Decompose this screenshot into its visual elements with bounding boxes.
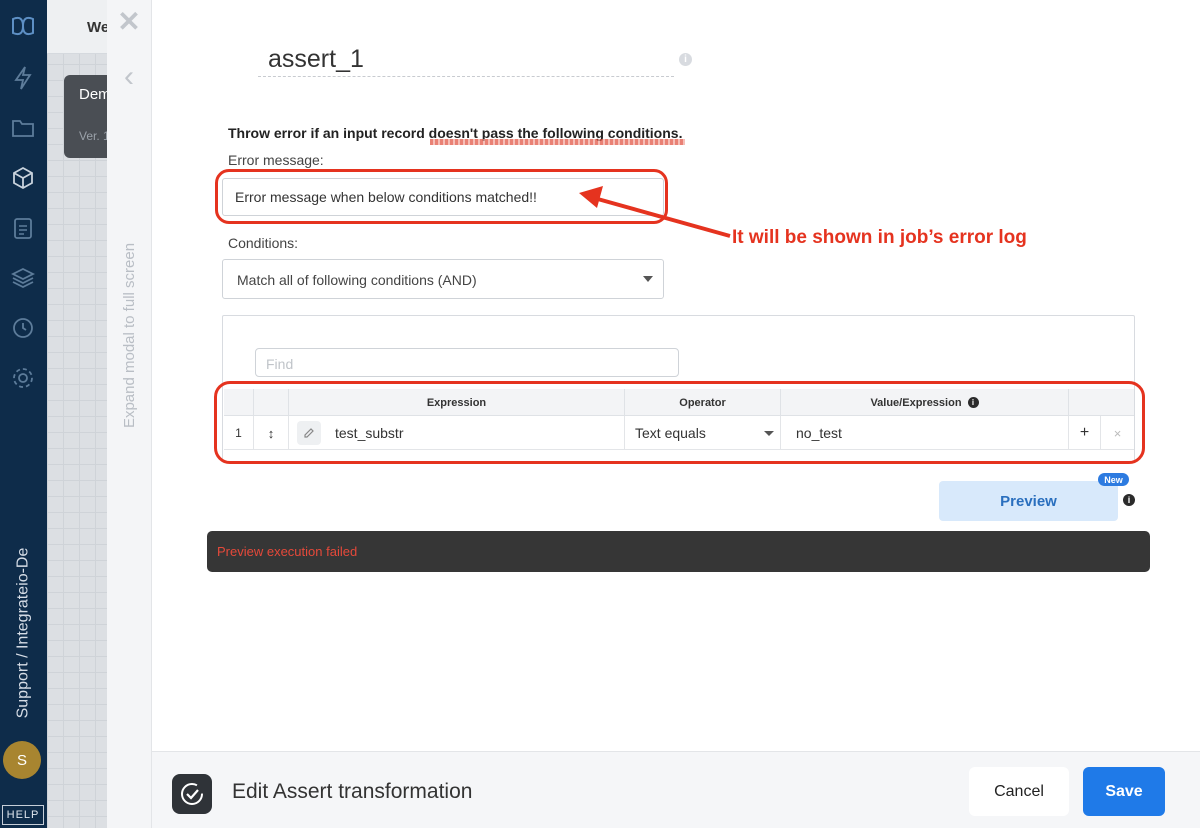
preview-status-bar: Preview execution failed: [207, 531, 1150, 572]
component-name: assert_1: [268, 45, 364, 73]
preview-button[interactable]: Preview: [939, 481, 1118, 521]
clipboard-icon[interactable]: [9, 214, 37, 242]
conditions-mode-value: Match all of following conditions (AND): [237, 272, 477, 288]
folder-icon[interactable]: [9, 114, 37, 142]
error-message-label: Error message:: [228, 152, 324, 168]
layers-icon[interactable]: [9, 264, 37, 292]
close-icon[interactable]: ✕: [117, 8, 141, 36]
find-input[interactable]: Find: [255, 348, 679, 377]
annotation-text: It will be shown in job’s error log: [732, 227, 1027, 248]
avatar[interactable]: S: [3, 741, 41, 779]
bolt-icon[interactable]: [9, 64, 37, 92]
footer-title: Edit Assert transformation: [232, 780, 473, 803]
history-icon[interactable]: [9, 314, 37, 342]
assert-check-icon: [172, 774, 212, 814]
preview-error-message: Preview execution failed: [217, 544, 358, 559]
annotation-highlight-conditions: [214, 381, 1145, 464]
cancel-button[interactable]: Cancel: [969, 767, 1069, 816]
expand-modal-button[interactable]: Expand modal to full screen: [115, 225, 145, 445]
background-tab: We: [87, 19, 110, 36]
logo-icon[interactable]: [9, 12, 37, 40]
info-icon[interactable]: i: [679, 53, 692, 66]
component-name-field[interactable]: assert_1: [258, 42, 674, 77]
info-icon[interactable]: i: [1123, 494, 1135, 506]
save-button[interactable]: Save: [1083, 767, 1165, 816]
find-placeholder: Find: [266, 356, 294, 372]
app-sidebar: Support / Integrateio-De S HELP: [0, 0, 47, 828]
annotation-arrow: [579, 186, 731, 238]
back-chevron-icon[interactable]: ‹: [117, 62, 141, 94]
background-card-title: Dem: [79, 86, 111, 103]
settings-icon[interactable]: [9, 364, 37, 392]
caret-down-icon: [643, 276, 653, 282]
package-icon[interactable]: [9, 164, 37, 192]
workspace-label[interactable]: Support / Integrateio-De: [3, 540, 43, 725]
scribble-mark: [430, 139, 685, 145]
background-card-sub: Ver. 1: [79, 129, 110, 143]
conditions-mode-select[interactable]: Match all of following conditions (AND): [222, 259, 664, 299]
help-button[interactable]: HELP: [2, 805, 44, 825]
new-badge: New: [1098, 473, 1129, 486]
conditions-label: Conditions:: [228, 235, 299, 251]
